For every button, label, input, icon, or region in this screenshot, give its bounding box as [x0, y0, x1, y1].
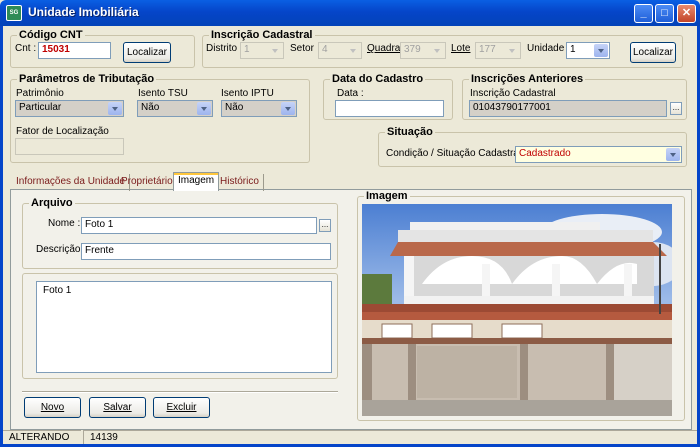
situacao-legend: Situação: [385, 126, 435, 138]
localizar-cnt-button[interactable]: Localizar: [123, 42, 171, 63]
status-mode: ALTERANDO: [3, 430, 81, 444]
inscricao-anterior-browse-button[interactable]: ...: [670, 102, 682, 115]
maximize-button[interactable]: □: [655, 4, 674, 23]
tab-historico[interactable]: Histórico: [216, 174, 264, 191]
patrimonio-label: Patrimônio: [16, 88, 64, 99]
inscricao-anterior-label: Inscrição Cadastral: [470, 88, 556, 99]
status-code: 14139: [83, 430, 697, 444]
isento-iptu-select[interactable]: Não: [221, 100, 297, 117]
house-photo-illustration: [362, 214, 672, 416]
patrimonio-select[interactable]: Particular: [15, 100, 124, 117]
status-bar: ALTERANDO 14139: [3, 430, 697, 444]
chevron-down-icon: [430, 44, 444, 57]
excluir-button[interactable]: Excluir: [153, 397, 210, 418]
buttons-separator: [22, 391, 338, 393]
isento-tsu-select[interactable]: Não: [137, 100, 213, 117]
isento-iptu-label: Isento IPTU: [221, 88, 274, 99]
window-title: Unidade Imobiliária: [28, 5, 139, 19]
data-input[interactable]: [335, 100, 444, 117]
setor-select[interactable]: 4: [318, 42, 362, 59]
list-item[interactable]: Foto 1: [43, 285, 71, 296]
minimize-button[interactable]: _: [634, 4, 653, 23]
lote-select[interactable]: 177: [475, 42, 521, 59]
app-icon: SG: [6, 5, 22, 21]
chevron-down-icon: [268, 44, 282, 57]
imagem-legend: Imagem: [364, 190, 410, 202]
parametros-legend: Parâmetros de Tributação: [17, 73, 157, 85]
situacao-label: Condição / Situação Cadastral :: [386, 148, 527, 159]
distrito-label: Distrito: [206, 43, 238, 54]
nome-input[interactable]: Foto 1: [81, 217, 317, 234]
data-cadastro-legend: Data do Cadastro: [330, 73, 426, 85]
distrito-select[interactable]: 1: [240, 42, 284, 59]
inscricao-anterior-input[interactable]: 01043790177001: [469, 100, 667, 117]
chevron-down-icon: [666, 148, 680, 161]
chevron-down-icon: [594, 44, 608, 57]
unidade-label: Unidade: [527, 43, 565, 54]
situacao-select[interactable]: Cadastrado: [515, 146, 682, 163]
quadra-select[interactable]: 379: [400, 42, 446, 59]
unidade-select[interactable]: 1: [566, 42, 610, 59]
nome-label: Nome :: [48, 218, 81, 229]
inscricao-cadastral-legend: Inscrição Cadastral: [209, 29, 315, 41]
isento-tsu-label: Isento TSU: [138, 88, 188, 99]
lote-label: Lote: [451, 43, 471, 54]
codigo-cnt-legend: Código CNT: [17, 29, 85, 41]
fator-label: Fator de Localização: [16, 126, 109, 137]
arquivo-legend: Arquivo: [29, 197, 75, 209]
close-button[interactable]: ✕: [677, 4, 696, 23]
house-photo: [362, 204, 672, 416]
nome-browse-button[interactable]: ...: [319, 219, 331, 232]
salvar-button[interactable]: Salvar: [89, 397, 146, 418]
descricao-input[interactable]: Frente: [81, 243, 331, 260]
chevron-down-icon: [505, 44, 519, 57]
chevron-down-icon: [108, 102, 122, 115]
chevron-down-icon: [281, 102, 295, 115]
tab-imagem[interactable]: Imagem: [173, 172, 220, 191]
title-bar[interactable]: SG Unidade Imobiliária _ □ ✕: [0, 0, 700, 26]
cnt-input[interactable]: 15031: [38, 42, 111, 59]
descricao-label: Descrição :: [36, 244, 87, 255]
chevron-down-icon: [346, 44, 360, 57]
inscricoes-anteriores-legend: Inscrições Anteriores: [469, 73, 586, 85]
fator-input[interactable]: [15, 138, 124, 155]
novo-button[interactable]: Novo: [24, 397, 81, 418]
cnt-label: Cnt :: [15, 43, 37, 54]
imagens-listbox[interactable]: Foto 1: [36, 281, 332, 373]
tab-informacoes-unidade[interactable]: Informações da Unidade: [12, 174, 130, 191]
data-label: Data :: [337, 88, 364, 99]
localizar-inscricao-button[interactable]: Localizar: [630, 42, 676, 63]
chevron-down-icon: [197, 102, 211, 115]
setor-label: Setor: [290, 43, 314, 54]
quadra-label: Quadra: [367, 43, 401, 54]
